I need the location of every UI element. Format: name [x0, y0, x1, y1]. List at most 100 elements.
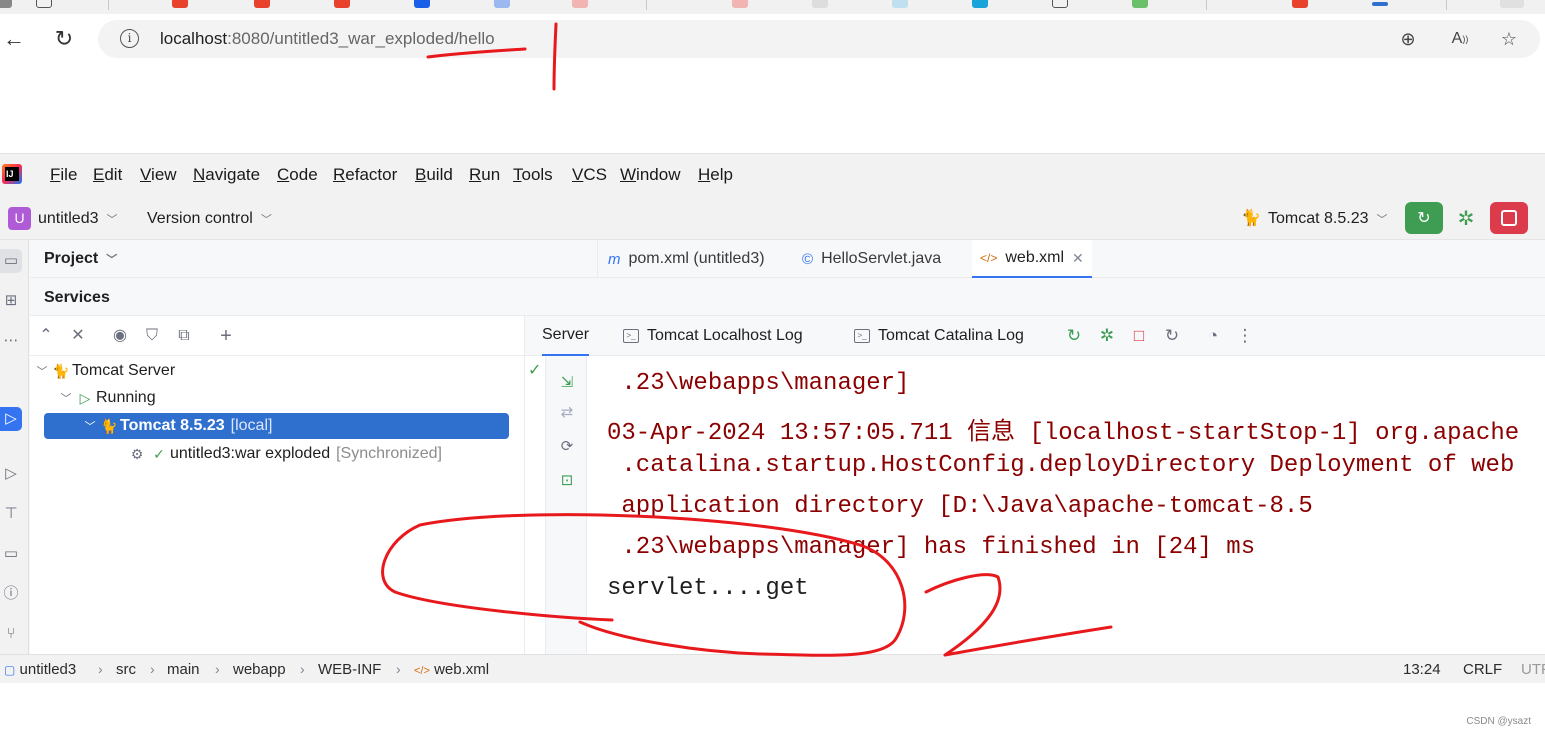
tab-pom-xml[interactable]: m pom.xml (untitled3) [600, 240, 773, 278]
site-info-icon[interactable]: i [120, 29, 139, 48]
breadcrumb-project[interactable]: ▢ untitled3 [4, 661, 76, 678]
stop-button[interactable] [1490, 202, 1528, 234]
tab-favicon[interactable] [812, 0, 828, 8]
menu-refactor[interactable]: Refactor [333, 165, 397, 185]
back-icon[interactable]: ← [0, 25, 28, 53]
tree-node-artifact[interactable]: ⚙ ✓ untitled3:war exploded [Synchronized] [126, 441, 442, 467]
refresh-icon[interactable]: ⟳ [556, 436, 578, 458]
menu-view[interactable]: View [140, 165, 177, 185]
menu-navigate[interactable]: Navigate [193, 165, 260, 185]
more-icon[interactable]: ⋯ [0, 329, 22, 353]
reload-icon[interactable]: ↻ [50, 25, 78, 53]
tab-favicon[interactable] [414, 0, 430, 8]
address-bar[interactable]: i localhost:8080/untitled3_war_exploded/… [98, 20, 1540, 58]
read-aloud-icon[interactable]: A)) [1448, 28, 1472, 50]
console-output[interactable]: ....... . .23\webapps\manager] 03-Apr-20… [587, 356, 1545, 654]
new-tab-icon[interactable]: ⧉ [172, 324, 196, 348]
breadcrumb-webapp[interactable]: webapp [233, 661, 286, 678]
soft-wrap-icon[interactable]: ⇄ [556, 402, 578, 424]
tab-favicon[interactable] [1372, 2, 1388, 6]
debug-rerun-icon[interactable]: ✲ [1096, 325, 1118, 347]
scroll-to-end-icon[interactable]: ⇲ [556, 372, 578, 394]
breadcrumb-src[interactable]: src [116, 661, 136, 678]
tab-favicon[interactable] [494, 0, 510, 8]
menu-help[interactable]: Help [698, 165, 733, 185]
terminal-icon[interactable]: ▭ [0, 542, 22, 566]
profiler-icon[interactable]: ◔ [1202, 325, 1224, 347]
menu-window[interactable]: Window [620, 165, 680, 185]
rerun-button[interactable]: ↻ [1405, 202, 1443, 234]
tab-favicon[interactable] [892, 0, 908, 8]
tab-favicon[interactable] [1292, 0, 1308, 8]
breadcrumb-web-xml[interactable]: </> web.xml [414, 661, 489, 678]
folder-icon[interactable]: ▭ [0, 249, 22, 273]
tab-favicon[interactable] [254, 0, 270, 8]
zoom-icon[interactable]: ⊕ [1396, 28, 1420, 50]
line-separator[interactable]: CRLF [1463, 661, 1502, 678]
expand-all-icon[interactable]: ⌃ [34, 324, 58, 348]
project-panel-title[interactable]: Project ﹀ [44, 250, 117, 268]
tree-node-running[interactable]: ﹀ ▷ Running [58, 385, 156, 411]
tree-node-tomcat-server[interactable]: ﹀ 🐈 Tomcat Server [34, 358, 176, 384]
run-icon[interactable]: ▷ [0, 462, 22, 486]
menu-vcs[interactable]: VCS [572, 165, 607, 185]
version-control-selector[interactable]: Version control ﹀ [147, 210, 272, 228]
breadcrumb-label: web.xml [434, 661, 490, 678]
chevron-down-icon[interactable]: ﹀ [58, 390, 74, 406]
collapse-all-icon[interactable]: ✕ [66, 324, 90, 348]
tab-favicon[interactable] [1052, 0, 1068, 8]
menu-run[interactable]: Run [469, 165, 500, 185]
tab-favicon[interactable] [572, 0, 588, 8]
url-text[interactable]: localhost:8080/untitled3_war_exploded/he… [160, 29, 495, 49]
tab-favicon[interactable] [1500, 0, 1524, 8]
tab-label: pom.xml (untitled3) [628, 250, 765, 267]
view-options-icon[interactable]: ◉ [108, 324, 132, 348]
chevron-down-icon[interactable]: ﹀ [82, 418, 98, 434]
update-deployment-icon[interactable]: ⊡ [556, 470, 578, 492]
tab-favicon[interactable] [172, 0, 188, 8]
tab-favicon[interactable] [1132, 0, 1148, 8]
rerun-icon[interactable]: ↻ [1063, 325, 1085, 347]
menu-build[interactable]: Build [415, 165, 453, 185]
menu-file[interactable]: File [50, 165, 77, 185]
running-icon: ▷ [79, 389, 91, 406]
tab-favicon[interactable] [732, 0, 748, 8]
structure-icon[interactable]: ⊞ [0, 289, 22, 313]
project-selector[interactable]: untitled3 ﹀ [38, 210, 118, 228]
menu-tools[interactable]: Tools [513, 165, 553, 185]
tab-server[interactable]: Server [542, 316, 590, 356]
tab-favicon[interactable] [334, 0, 350, 8]
menu-edit[interactable]: Edit [93, 165, 122, 185]
stop-icon[interactable]: □ [1128, 325, 1150, 347]
tab-tomcat-catalina-log[interactable]: >_ Tomcat Catalina Log [854, 316, 1024, 356]
git-icon[interactable]: ⑂ [0, 622, 22, 646]
restart-icon[interactable]: ↻ [1161, 325, 1183, 347]
tomcat-icon: 🐈 [1241, 210, 1261, 227]
project-panel-header: Project ﹀ [30, 240, 597, 278]
chevron-down-icon[interactable]: ﹀ [34, 363, 50, 379]
breadcrumb-web-inf[interactable]: WEB-INF [318, 661, 381, 678]
breadcrumb-main[interactable]: main [167, 661, 200, 678]
tab-tomcat-localhost-log[interactable]: >_ Tomcat Localhost Log [623, 316, 803, 356]
rerun-icon: ↻ [1417, 210, 1431, 227]
build-icon[interactable]: ⊤ [0, 502, 22, 526]
favorite-star-icon[interactable]: ☆ [1497, 28, 1521, 50]
tab-favicon[interactable] [36, 0, 52, 8]
problems-icon[interactable]: ⓘ [0, 582, 22, 606]
filter-icon[interactable]: ⛉ [140, 324, 164, 348]
tab-favicon[interactable] [972, 0, 988, 8]
close-icon[interactable]: ✕ [1072, 250, 1084, 267]
services-icon[interactable]: ▷ [0, 407, 22, 431]
tree-node-tomcat-instance[interactable]: ﹀ 🐈 Tomcat 8.5.23 [local] [44, 413, 509, 439]
caret-position[interactable]: 13:24 [1403, 661, 1441, 678]
file-encoding[interactable]: UTF [1521, 661, 1545, 678]
add-service-icon[interactable]: + [214, 324, 238, 348]
more-options-icon[interactable]: ⋮ [1234, 325, 1256, 347]
xml-file-icon: </> [980, 251, 998, 265]
run-config-selector[interactable]: Tomcat 8.5.23 ﹀ [1268, 210, 1388, 228]
debug-icon[interactable]: ✲ [1452, 206, 1480, 232]
tab-helloservlet-java[interactable]: © HelloServlet.java [794, 240, 949, 278]
tab-favicon[interactable] [0, 0, 12, 8]
menu-code[interactable]: Code [277, 165, 318, 185]
tab-web-xml[interactable]: </> web.xml ✕ [972, 240, 1092, 278]
